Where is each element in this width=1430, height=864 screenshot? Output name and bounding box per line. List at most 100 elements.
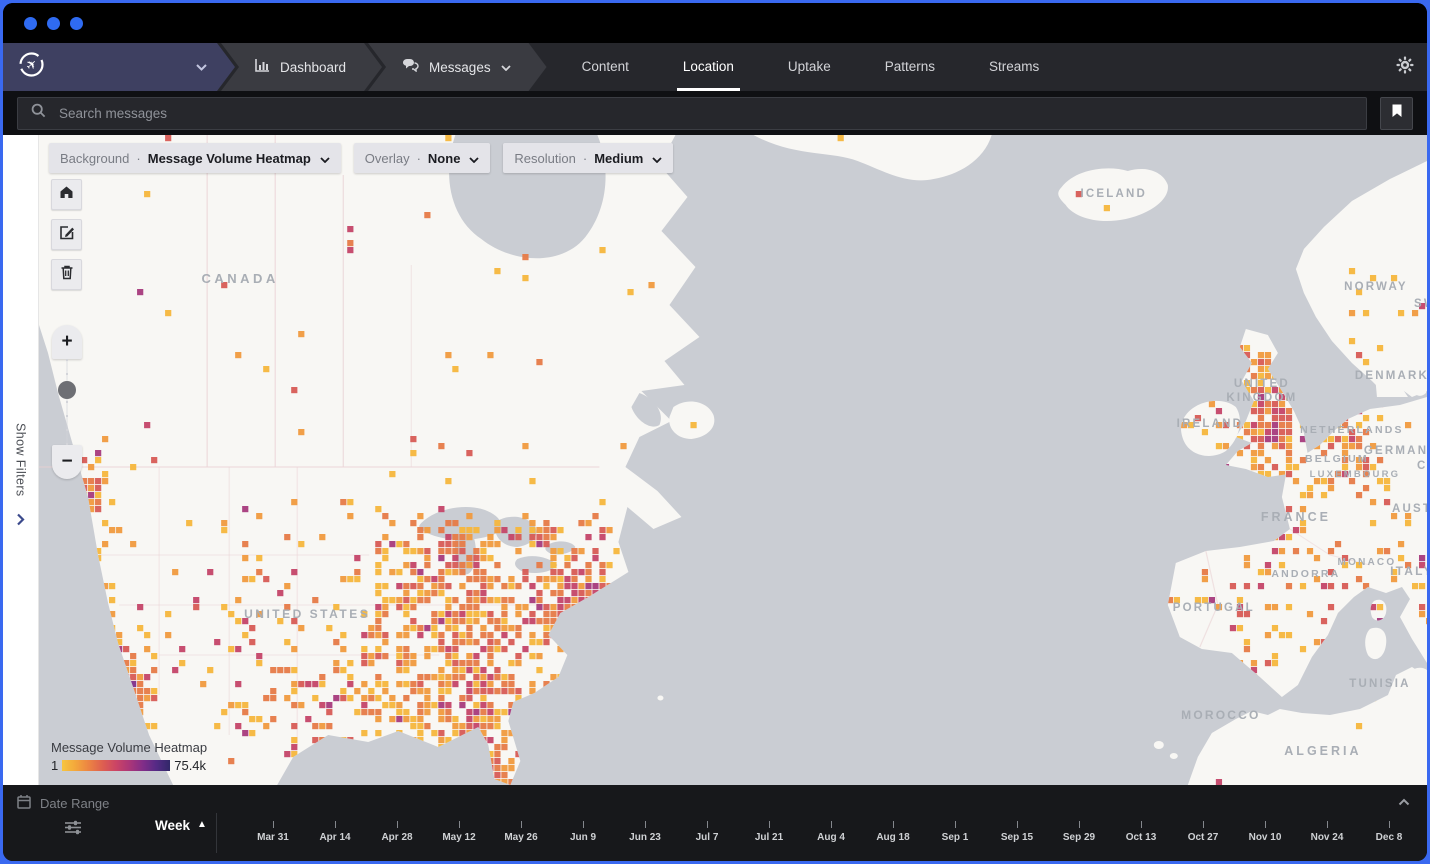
heatmap-cell <box>382 702 388 708</box>
workspace-selector[interactable]: ✈ <box>3 43 235 91</box>
collapse-panel-button[interactable] <box>1398 793 1410 811</box>
settings-button[interactable] <box>1396 43 1414 91</box>
heatmap-cell <box>340 632 346 638</box>
heatmap-cell <box>396 604 402 610</box>
map-canvas[interactable]: CANADAUNITED STATESICELANDNORWAYSWEDENMA… <box>39 135 1427 785</box>
zoom-in-button[interactable]: + <box>52 325 82 359</box>
control-label: Resolution <box>514 151 575 166</box>
heatmap-cell <box>529 611 535 617</box>
heatmap-cell <box>361 709 367 715</box>
heatmap-cell <box>291 569 297 575</box>
heatmap-cell <box>347 576 353 582</box>
map-label: NORWAY <box>1344 281 1408 293</box>
heatmap-cell <box>424 576 430 582</box>
breadcrumb-dashboard[interactable]: Dashboard <box>221 43 382 91</box>
chevron-down-icon <box>652 151 662 166</box>
heatmap-cell <box>543 611 549 617</box>
tab-uptake[interactable]: Uptake <box>761 43 858 91</box>
heatmap-cell <box>403 653 409 659</box>
map-edit-button[interactable] <box>51 219 82 250</box>
window-control-dot[interactable] <box>47 17 60 30</box>
timeline-date-label[interactable]: Jul 7 <box>696 832 719 843</box>
zoom-slider[interactable] <box>52 359 82 445</box>
timeline-date-label[interactable]: Nov 24 <box>1311 832 1344 843</box>
map-delete-button[interactable] <box>51 259 82 290</box>
heatmap-cell <box>270 667 276 673</box>
timeline-date-label[interactable]: Aug 4 <box>817 832 845 843</box>
timeline-date-label[interactable]: Jun 23 <box>629 832 661 843</box>
timeline-date-label[interactable]: Aug 18 <box>876 832 909 843</box>
heatmap-cell <box>585 576 591 582</box>
timeline-date-label[interactable]: Apr 14 <box>319 832 350 843</box>
heatmap-cell <box>144 688 150 694</box>
heatmap-cell <box>417 576 423 582</box>
tab-location[interactable]: Location <box>656 43 761 91</box>
heatmap-cell <box>445 660 451 666</box>
heatmap-cell <box>578 548 584 554</box>
heatmap-cell <box>1384 499 1390 505</box>
heatmap-cell <box>382 653 388 659</box>
window-control-dot[interactable] <box>70 17 83 30</box>
tab-patterns[interactable]: Patterns <box>858 43 962 91</box>
timeline-date-label[interactable]: Apr 28 <box>381 832 412 843</box>
heatmap-cell <box>130 660 136 666</box>
heatmap-cell <box>473 681 479 687</box>
breadcrumb-messages[interactable]: Messages <box>368 43 547 91</box>
heatmap-cell <box>1272 660 1278 666</box>
heatmap-cell <box>1265 352 1271 358</box>
timeline-date-label[interactable]: Dec 8 <box>1376 832 1403 843</box>
tab-streams[interactable]: Streams <box>962 43 1066 91</box>
heatmap-cell <box>543 541 549 547</box>
heatmap-cell <box>1258 352 1264 358</box>
window-control-dot[interactable] <box>24 17 37 30</box>
tab-content[interactable]: Content <box>555 43 656 91</box>
heatmap-cell <box>298 681 304 687</box>
heatmap-cell <box>445 478 451 484</box>
timeline-date-label[interactable]: Mar 31 <box>257 832 289 843</box>
heatmap-cell <box>438 667 444 673</box>
timeline-settings-button[interactable] <box>64 820 82 840</box>
timeline-date-label[interactable]: Jul 21 <box>755 832 783 843</box>
map-home-button[interactable] <box>51 179 82 210</box>
heatmap-cell <box>522 254 528 260</box>
heatmap-cell <box>410 653 416 659</box>
heatmap-cell <box>550 611 556 617</box>
timeline-date-label[interactable]: May 26 <box>504 832 537 843</box>
timeline-date-label[interactable]: Oct 27 <box>1188 832 1219 843</box>
heatmap-cell <box>1328 436 1334 442</box>
heatmap-cell <box>452 716 458 722</box>
timeline-date-label[interactable]: Sep 1 <box>942 832 969 843</box>
search-input[interactable]: Search messages <box>17 97 1367 130</box>
heatmap-cell <box>487 674 493 680</box>
timeline-date-label[interactable]: Nov 10 <box>1249 832 1282 843</box>
heatmap-cell <box>1321 583 1327 589</box>
map-control-background[interactable]: Background·Message Volume Heatmap <box>49 143 341 173</box>
timeline-date-label[interactable]: Sep 29 <box>1063 832 1095 843</box>
timeline-date-label[interactable]: May 12 <box>442 832 475 843</box>
heatmap-cell <box>375 716 381 722</box>
heatmap-cell <box>459 534 465 540</box>
timeline-date-label[interactable]: Jun 9 <box>570 832 596 843</box>
show-filters-toggle[interactable]: Show Filters <box>3 135 39 785</box>
heatmap-cell <box>1258 366 1264 372</box>
timeline-date-label[interactable]: Oct 13 <box>1126 832 1157 843</box>
heatmap-cell <box>424 688 430 694</box>
timeline-tick <box>1017 821 1018 828</box>
map-control-resolution[interactable]: Resolution·Medium <box>503 143 673 173</box>
heatmap-cell <box>431 632 437 638</box>
heatmap-cell <box>487 618 493 624</box>
zoom-slider-handle[interactable] <box>58 381 76 399</box>
save-search-button[interactable] <box>1380 97 1413 130</box>
heatmap-cell <box>1202 569 1208 575</box>
zoom-out-button[interactable]: − <box>52 445 82 479</box>
heatmap-cell <box>354 576 360 582</box>
interval-dropdown[interactable]: Week ▲ <box>155 818 207 833</box>
heatmap-cell <box>368 709 374 715</box>
heatmap-cell <box>438 618 444 624</box>
heatmap-cell <box>228 702 234 708</box>
heatmap-cell <box>438 569 444 575</box>
heatmap-cell <box>487 541 493 547</box>
timeline-date-label[interactable]: Sep 15 <box>1001 832 1033 843</box>
map-control-overlay[interactable]: Overlay·None <box>354 143 491 173</box>
heatmap-cell <box>284 583 290 589</box>
